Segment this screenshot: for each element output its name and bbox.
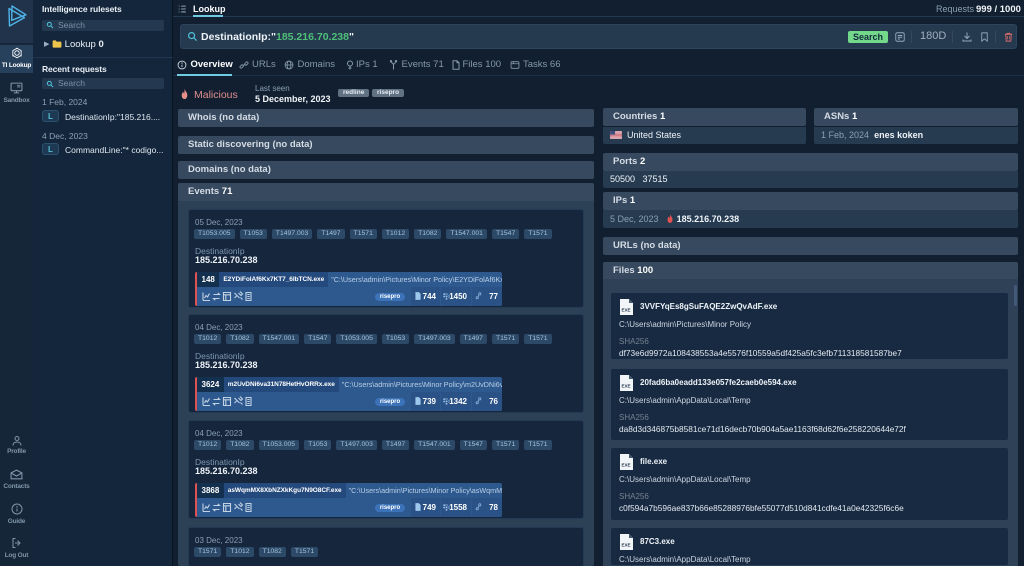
svg-text:EXE: EXE — [622, 543, 631, 548]
svg-text:EXE: EXE — [622, 308, 631, 313]
svg-text:EXE: EXE — [622, 463, 631, 468]
svg-text:EXE: EXE — [622, 384, 631, 389]
